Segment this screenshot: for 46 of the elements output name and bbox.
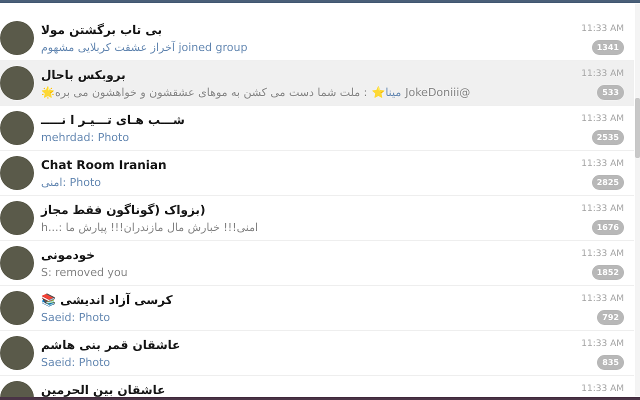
message-time: 11:33 AM [581,204,624,214]
chat-name: Chat Room Iranian [41,158,167,172]
avatar-placeholder [0,291,34,325]
message-preview: mehrdad: Photo [41,131,130,144]
message-preview: امنی: Photo [41,176,102,189]
scrollbar[interactable] [635,3,640,397]
avatar-placeholder [0,336,34,370]
avatar-placeholder [0,111,34,145]
unread-count: 1341 [592,40,624,55]
message-time: 11:33 AM [581,69,624,79]
message-preview: : ملت شما دست می کشن به موهای عشقشون و خواهشون می بره🌟 [41,86,368,99]
chat-name: خودمونی [41,248,95,262]
chat-name: بی تاب برگشتن مولا [41,23,162,37]
avatar-placeholder [0,201,34,235]
scrollbar-thumb[interactable] [635,98,640,158]
avatar-placeholder [0,156,34,190]
chat-name: کرسی آزاد اندیشی 📚 [41,293,173,307]
unread-count: 2535 [592,130,624,145]
message-preview: مینا⭐ [371,86,402,99]
message-time: 11:33 AM [581,294,624,304]
unread-count: 792 [597,310,624,325]
message-time: 11:33 AM [581,249,624,259]
message-preview: آخراز عشقت کربلایی مشهوم joined group [41,41,248,54]
message-preview: Saeid: Photo [41,356,110,369]
message-preview: h...: امنی!!! خبارش مال مازندران!!! پیارش ما [41,221,258,234]
avatar-placeholder [0,246,34,280]
chat-name: (بزواک (گوناگون فقط مجاز [41,203,206,217]
message-time: 11:33 AM [581,114,624,124]
unread-count: 533 [597,85,624,100]
chat-name: شـــب هـای تـــیـر ا نـــــ [41,113,185,127]
chat-name: عاشقان قمر بنی هاشم [41,338,180,352]
message-time: 11:33 AM [581,24,624,34]
avatar-placeholder [0,21,34,55]
unread-count: 2825 [592,175,624,190]
avatar-placeholder [0,66,34,100]
unread-count: 1676 [592,220,624,235]
message-preview: Saeid: Photo [41,311,110,324]
message-time: 11:33 AM [581,159,624,169]
message-time: 11:33 AM [581,384,624,394]
message-preview: @JokeDoniii [405,86,470,99]
chat-name: عاشقان بین الحرمین [41,383,166,397]
message-time: 11:33 AM [581,339,624,349]
message-preview: S: removed you [41,266,128,279]
unread-count: 835 [597,355,624,370]
chat-name: بروبکس باحال [41,68,126,82]
unread-count: 1852 [592,265,624,280]
